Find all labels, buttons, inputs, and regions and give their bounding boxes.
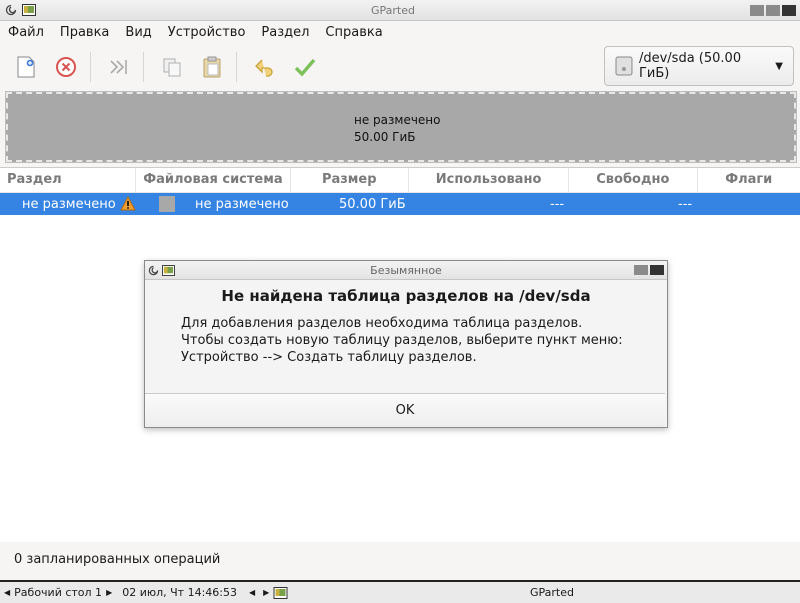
menubar: Файл Правка Вид Устройство Раздел Справк… [0,21,800,43]
clock[interactable]: 02 июл, Чт 14:46:53 [122,586,237,599]
pending-operations-text: 0 запланированных операций [14,551,221,567]
dialog-message-line: Для добавления разделов необходима табли… [181,316,583,331]
new-partition-button[interactable] [8,49,44,85]
disk-map-label: не размечено [354,113,441,127]
filesystem-color-swatch [159,196,175,212]
table-header: Раздел Файловая система Размер Использов… [0,168,800,193]
disk-map-unallocated[interactable]: не размечено 50.00 ГиБ [5,91,797,163]
dialog-heading: Не найдена таблица разделов на /dev/sda [221,287,591,305]
paste-icon [203,56,221,78]
dialog-close-button[interactable] [650,265,664,275]
undo-icon [255,59,273,77]
undo-button[interactable] [247,49,283,85]
cell-used: --- [550,196,565,212]
checkmark-icon [294,58,316,77]
menu-device[interactable]: Устройство [160,25,254,40]
gparted-task-icon [273,586,288,599]
device-selector[interactable]: /dev/sda (50.00 ГиБ) ▼ [604,46,794,86]
delete-icon [56,57,76,77]
statusbar: 0 запланированных операций [0,541,800,577]
next-task-arrow-icon[interactable]: ▶ [263,588,269,597]
column-header-free[interactable]: Свободно [569,168,698,192]
ok-button[interactable]: OK [145,393,665,427]
window-controls [750,4,796,16]
taskbar-task-gparted[interactable]: GParted [530,586,574,599]
prev-desktop-arrow-icon[interactable]: ◀ [4,588,10,597]
menu-partition[interactable]: Раздел [253,25,317,40]
dropdown-arrow-icon: ▼ [775,60,783,72]
column-header-flags[interactable]: Флаги [698,168,800,192]
dialog-title: Безымянное [370,263,442,277]
maximize-button[interactable] [766,4,780,16]
debian-swirl-icon[interactable] [4,3,18,17]
dialog-titlebar: Безымянное [145,261,667,280]
no-partition-table-dialog: Безымянное Не найдена таблица разделов н… [144,260,668,428]
apply-button[interactable] [287,49,323,85]
menu-edit[interactable]: Правка [52,25,117,40]
resize-move-icon [110,60,127,74]
column-header-partition[interactable]: Раздел [0,168,137,192]
toolbar-separator [90,52,91,82]
resize-move-button[interactable] [101,49,137,85]
taskbar: ◀ Рабочий стол 1 ▶ 02 июл, Чт 14:46:53 ◀… [0,580,800,603]
gparted-app-icon [22,3,36,17]
warning-icon [120,196,136,211]
window-title: GParted [371,3,415,17]
toolbar-separator [143,52,144,82]
device-selector-label: /dev/sda (50.00 ГиБ) [638,51,742,81]
cell-size: 50.00 ГиБ [339,196,406,212]
paste-button[interactable] [194,49,230,85]
dialog-message-line: Чтобы создать новую таблицу разделов, вы… [181,333,623,348]
cell-free: --- [678,196,693,212]
toolbar-separator [236,52,237,82]
table-row[interactable]: не размечено не размечено 50.00 ГиБ --- … [0,193,800,215]
menu-view[interactable]: Вид [117,25,159,40]
disk-map-size: 50.00 ГиБ [354,130,416,144]
new-document-icon [17,56,35,78]
menu-help[interactable]: Справка [317,25,390,40]
hard-disk-icon [615,56,633,76]
toolbar: /dev/sda (50.00 ГиБ) ▼ [0,44,800,90]
column-header-used[interactable]: Использовано [409,168,570,192]
desktop-label[interactable]: Рабочий стол 1 [14,586,102,599]
minimize-button[interactable] [750,4,764,16]
prev-task-arrow-icon[interactable]: ◀ [249,588,255,597]
dialog-maximize-button[interactable] [634,265,648,275]
column-header-filesystem[interactable]: Файловая система [136,168,291,192]
copy-button[interactable] [154,49,190,85]
dialog-message-line: Устройство --> Создать таблицу разделов. [181,350,477,365]
column-header-size[interactable]: Размер [291,168,409,192]
window-titlebar: GParted [0,0,800,21]
dialog-message: Для добавления разделов необходима табли… [181,315,623,366]
copy-icon [163,58,181,77]
cell-filesystem: не размечено [195,196,289,212]
menu-file[interactable]: Файл [0,25,52,40]
next-desktop-arrow-icon[interactable]: ▶ [106,588,112,597]
close-window-button[interactable] [782,4,796,16]
delete-partition-button[interactable] [48,49,84,85]
cell-partition: не размечено [22,196,116,212]
